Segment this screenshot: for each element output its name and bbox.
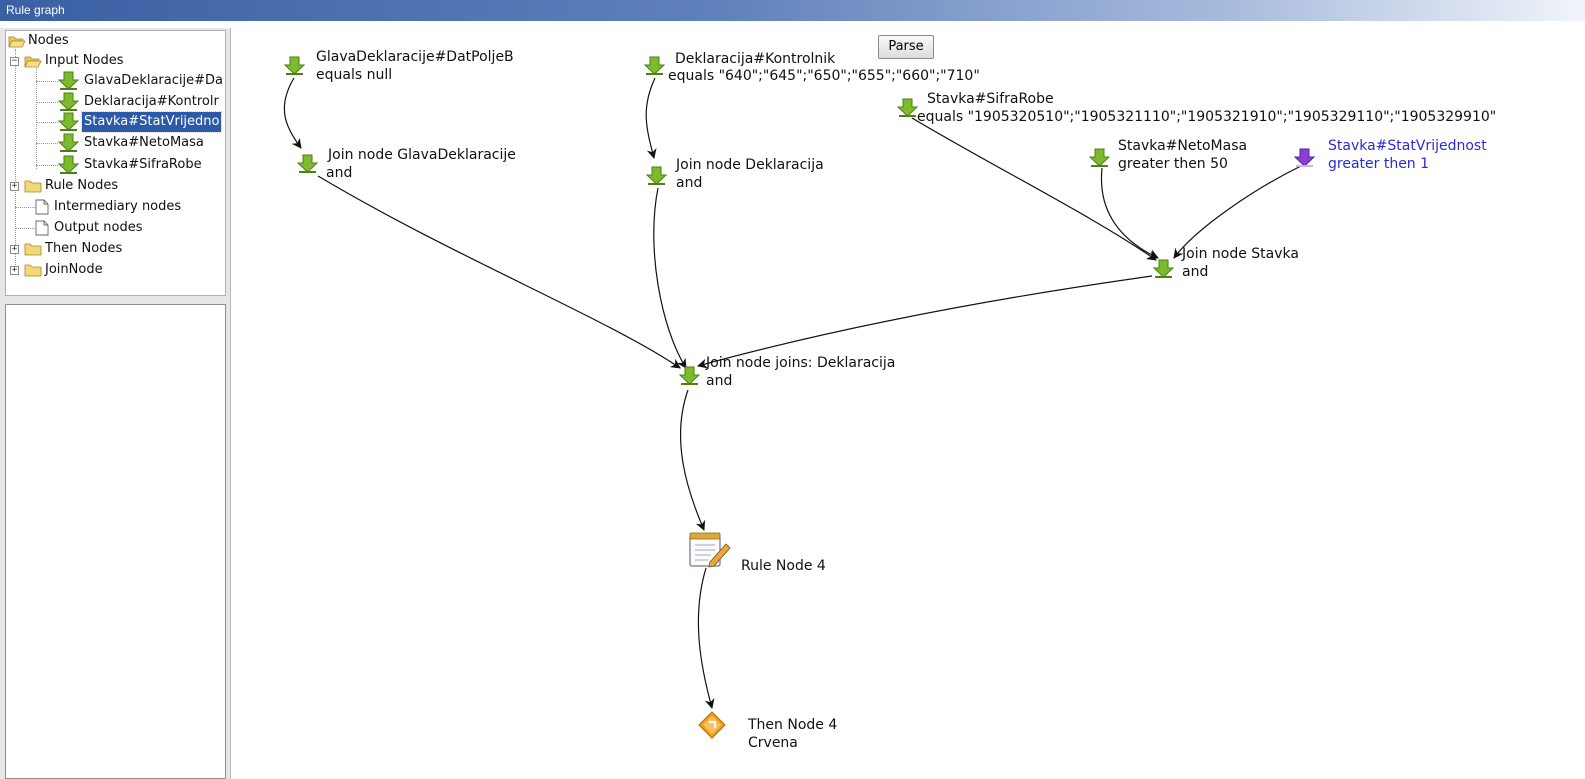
node-title: Then Node 4 <box>748 717 838 733</box>
edge-glava-to-join <box>283 77 302 149</box>
tree-item-label: Rule Nodes <box>45 178 119 193</box>
tree-input-item-label: Stavka#SifraRobe <box>84 157 202 172</box>
folder-icon <box>24 180 42 193</box>
node-title: Deklaracija#Kontrolnik <box>675 51 836 67</box>
edge-rule4-to-then4 <box>697 567 715 709</box>
tree-input-item[interactable]: Deklaracija#Kontrolr <box>58 92 225 112</box>
green-arrow-icon <box>58 92 80 111</box>
node-condition: greater then 1 <box>1328 156 1430 172</box>
open-folder-icon <box>24 56 42 68</box>
tree-input-item[interactable]: Stavka#SifraRobe <box>58 155 225 175</box>
node-condition: and <box>1182 264 1209 280</box>
node-title: Join node GlavaDeklaracije <box>328 147 516 163</box>
node-condition: and <box>326 165 353 181</box>
tree-input-item-label: GlavaDeklaracije#Da <box>84 73 223 88</box>
orange-diamond-icon <box>698 711 726 739</box>
tree-item-label: Input Nodes <box>45 53 124 68</box>
node-condition: equals "1905320510";"1905321110";"190532… <box>917 109 1497 125</box>
tree-guide-line <box>36 122 58 123</box>
edge-join-glava-to-joins <box>317 175 681 369</box>
green-arrow-icon <box>58 155 80 174</box>
tree-guide-line <box>36 143 58 144</box>
tree-guide-line <box>36 102 58 103</box>
green-arrow-icon <box>679 366 701 385</box>
green-arrow-icon <box>646 166 668 185</box>
edge-join-dekl-to-joins <box>653 187 687 369</box>
node-condition: equals "640";"645";"650";"655";"660";"71… <box>668 68 980 84</box>
tree-item-join-node[interactable]: + JoinNode <box>10 260 220 280</box>
left-panel: Nodes − Input Nodes GlavaDeklaracije#Da <box>0 28 231 779</box>
document-icon <box>35 220 49 236</box>
expand-icon[interactable]: + <box>10 245 19 254</box>
tree-guide-line <box>15 228 35 229</box>
green-arrow-icon <box>58 133 80 152</box>
tree-item-label: Output nodes <box>54 220 143 235</box>
tree-guide-line <box>36 61 37 169</box>
green-arrow-icon <box>1153 259 1175 278</box>
tree-guide-line <box>36 81 58 82</box>
tree-input-item[interactable]: Stavka#NetoMasa <box>58 133 225 153</box>
purple-arrow-icon <box>1294 148 1316 167</box>
tree-guide-line <box>36 165 58 166</box>
tree-input-item-label: Stavka#NetoMasa <box>84 135 204 150</box>
green-arrow-icon <box>284 56 306 75</box>
green-arrow-icon <box>897 98 919 117</box>
tree-item-then-nodes[interactable]: + Then Nodes <box>10 239 220 259</box>
tree-item-label: Then Nodes <box>45 241 123 256</box>
green-arrow-icon <box>297 154 319 173</box>
graph-canvas[interactable]: Parse GlavaDeklaracije#DatPoljeB equals … <box>236 28 1585 779</box>
node-title: Stavka#SifraRobe <box>927 91 1054 107</box>
tree-item-output-nodes[interactable]: Output nodes <box>35 218 225 238</box>
node-title: GlavaDeklaracije#DatPoljeB <box>316 49 514 65</box>
node-title: Stavka#StatVrijednost <box>1328 138 1487 154</box>
node-condition: greater then 50 <box>1118 156 1228 172</box>
green-arrow-icon <box>58 112 80 131</box>
tree-guide-line <box>15 207 35 208</box>
tree-item-label: JoinNode <box>45 262 103 277</box>
folder-icon <box>24 243 42 256</box>
edge-join-stavka-to-joins <box>697 275 1153 369</box>
notepad-pencil-icon <box>689 532 731 568</box>
node-condition: and <box>706 373 733 389</box>
node-title: Stavka#NetoMasa <box>1118 138 1248 154</box>
tree-input-item-label: Stavka#StatVrijedno <box>80 111 223 133</box>
green-arrow-icon <box>644 56 666 75</box>
tree-root-label: Nodes <box>28 33 69 48</box>
green-arrow-icon <box>1089 148 1111 167</box>
green-arrow-icon <box>58 71 80 90</box>
window-title: Rule graph <box>0 0 1585 21</box>
edge-neto-to-join-stavka <box>1100 167 1159 259</box>
edge-joins-to-rule4 <box>679 389 706 531</box>
folder-icon <box>24 264 42 277</box>
node-title: Rule Node 4 <box>741 558 826 574</box>
details-panel <box>5 304 226 779</box>
node-title: Join node joins: Deklaracija <box>706 355 896 371</box>
tree-input-item[interactable]: GlavaDeklaracije#Da <box>58 71 225 91</box>
node-title: Join node Stavka <box>1182 246 1299 262</box>
tree-input-item-selected[interactable]: Stavka#StatVrijedno <box>58 111 225 133</box>
document-icon <box>35 199 49 215</box>
node-condition: Crvena <box>748 735 798 751</box>
node-title: Join node Deklaracija <box>676 157 824 173</box>
parse-button[interactable]: Parse <box>878 35 934 59</box>
edge-kontrolnik-to-join <box>645 77 657 159</box>
expand-icon[interactable]: + <box>10 266 19 275</box>
tree-item-intermediary-nodes[interactable]: Intermediary nodes <box>35 197 225 217</box>
expand-icon[interactable]: + <box>10 182 19 191</box>
tree-input-item-label: Deklaracija#Kontrolr <box>84 94 219 109</box>
node-condition: and <box>676 175 703 191</box>
tree-item-label: Intermediary nodes <box>54 199 182 214</box>
tree-root-nodes[interactable]: Nodes <box>8 31 223 51</box>
tree-item-rule-nodes[interactable]: + Rule Nodes <box>10 176 220 196</box>
collapse-icon[interactable]: − <box>10 57 19 66</box>
node-tree[interactable]: Nodes − Input Nodes GlavaDeklaracije#Da <box>5 30 226 296</box>
node-condition: equals null <box>316 67 393 83</box>
open-folder-icon <box>8 36 26 48</box>
tree-item-input-nodes[interactable]: − Input Nodes <box>10 51 220 71</box>
